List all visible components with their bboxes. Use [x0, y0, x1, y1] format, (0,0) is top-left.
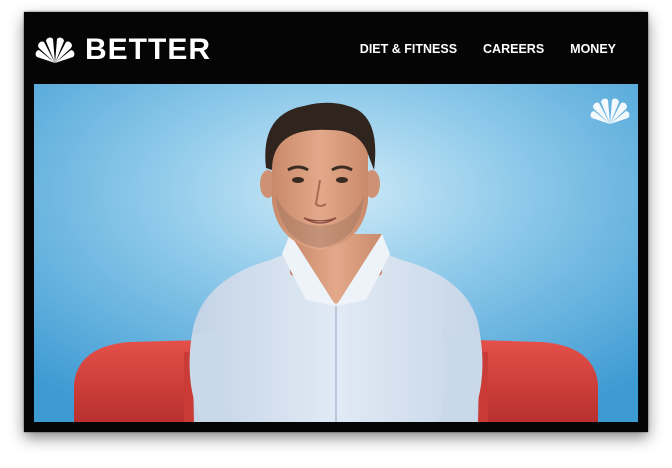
nav-item-money[interactable]: MONEY — [570, 41, 616, 57]
brand-name: BETTER — [85, 33, 211, 66]
nbc-peacock-icon — [590, 98, 630, 129]
video-frame — [34, 84, 638, 422]
nbc-peacock-icon — [35, 37, 75, 63]
app-window: BETTER DIET & FITNESS CAREERS MONEY — [24, 12, 648, 432]
site-header: BETTER DIET & FITNESS CAREERS MONEY — [24, 12, 648, 84]
nav-item-diet-fitness[interactable]: DIET & FITNESS — [360, 41, 457, 57]
nav-item-careers[interactable]: CAREERS — [483, 41, 544, 57]
top-nav: DIET & FITNESS CAREERS MONEY — [360, 41, 616, 57]
video-player[interactable] — [34, 84, 638, 422]
brand-logo[interactable]: BETTER — [35, 33, 211, 67]
